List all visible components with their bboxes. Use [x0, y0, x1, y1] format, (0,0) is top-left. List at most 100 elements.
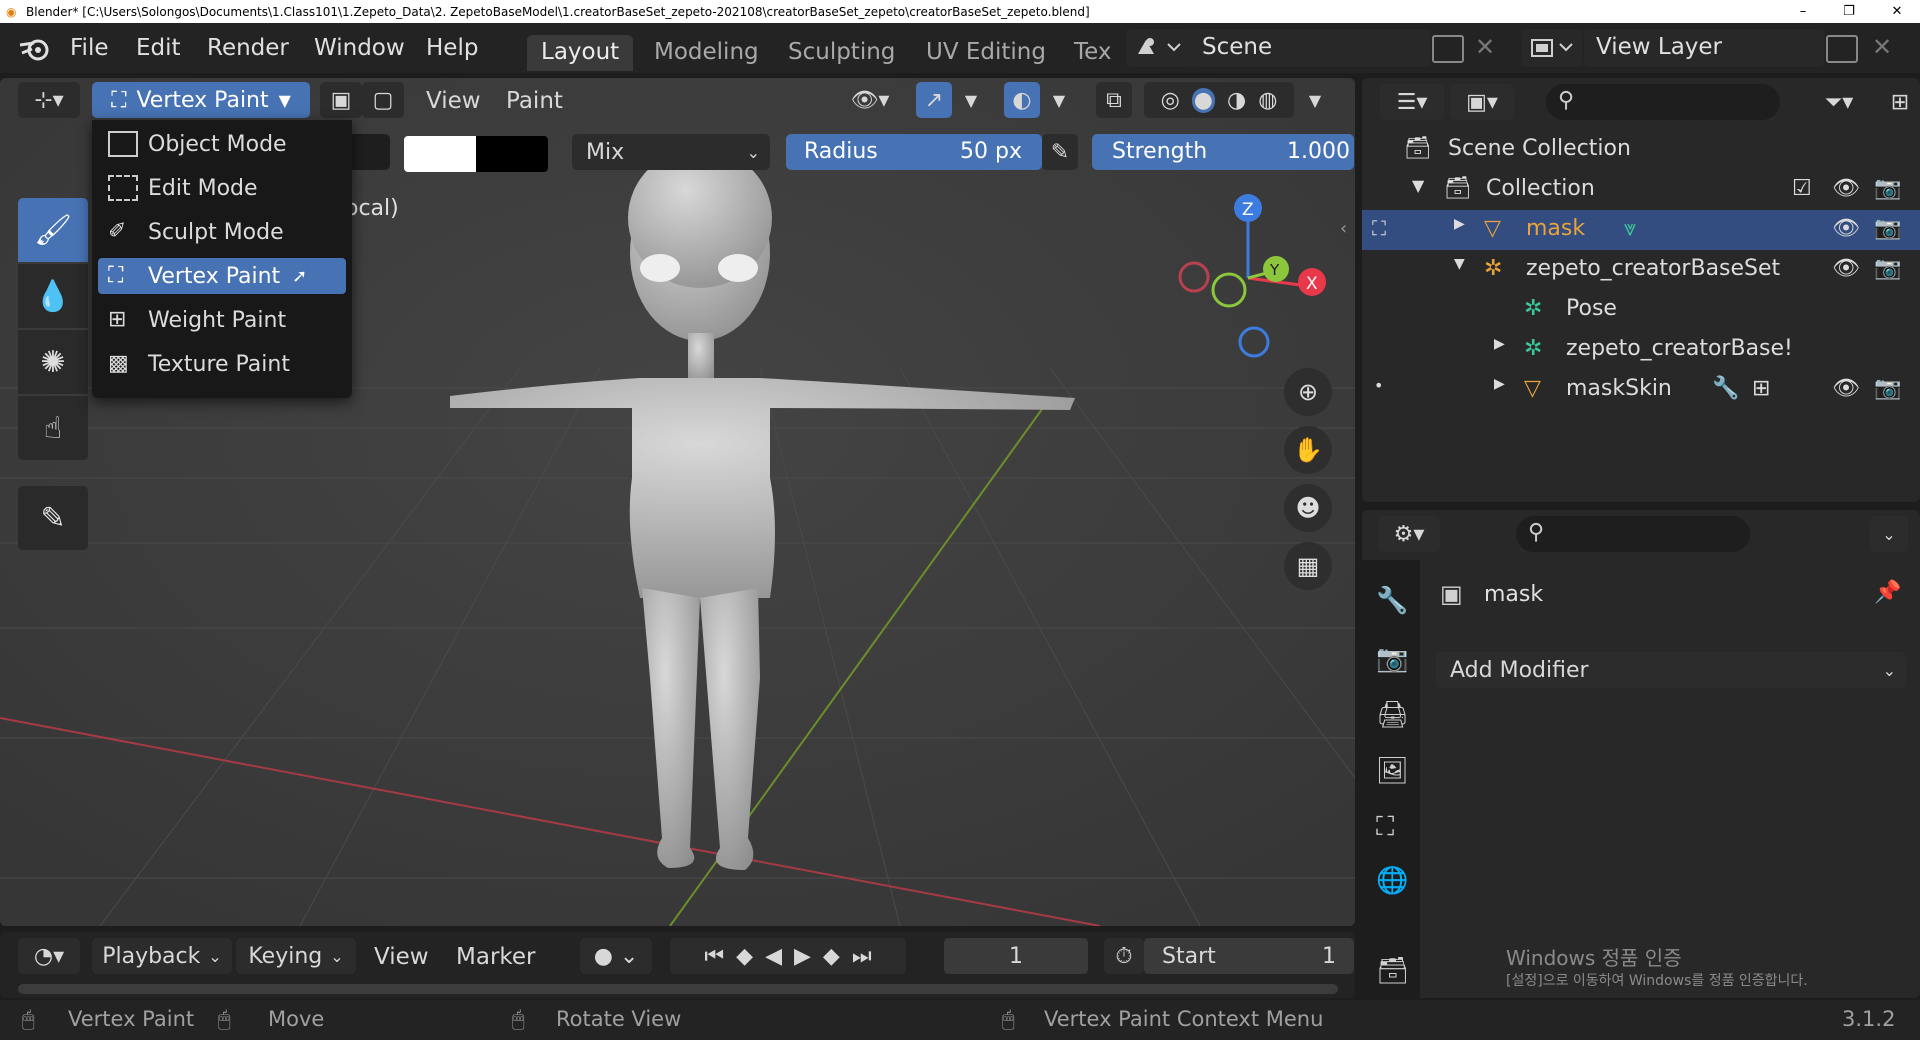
view-layer-tab-icon[interactable]: 🖼 [1376, 756, 1409, 786]
render-tab-icon[interactable]: 📷 [1376, 644, 1408, 674]
scene-tab-icon[interactable]: ⛶ [1376, 812, 1394, 843]
prev-keyframe-icon[interactable]: ◆ [736, 944, 753, 969]
blend-mode-select[interactable]: Mix ⌄ [572, 134, 770, 170]
draw-brush-tool[interactable]: 🖌 [18, 198, 88, 262]
expand-arrow-icon[interactable]: ▼ [1454, 256, 1465, 272]
menu-item-texture-paint[interactable]: ▩ Texture Paint [98, 346, 346, 382]
outliner-row-armature-data[interactable]: ▶ ✲ zepeto_creatorBase! [1362, 330, 1920, 370]
jump-start-icon[interactable]: ⏮ [704, 944, 724, 969]
collection-tab-icon[interactable]: 🗃 [1376, 956, 1409, 986]
tab-uv-editing[interactable]: UV Editing [912, 35, 1060, 71]
menu-render[interactable]: Render [207, 35, 289, 61]
outliner-row-collection[interactable]: ▼ 🗃 Collection ☑ 👁 📷 [1362, 170, 1920, 210]
outliner-editor-type[interactable]: ☰▾ [1380, 84, 1444, 120]
checkbox-icon[interactable]: ☑ [1792, 176, 1812, 201]
eye-icon[interactable]: 👁 [1832, 376, 1860, 401]
solid-shading-icon[interactable]: ● [1191, 87, 1215, 113]
delete-view-layer-icon[interactable]: ✕ [1872, 33, 1892, 61]
outliner-row-pose[interactable]: ✲ Pose [1362, 290, 1920, 330]
mask-vertex-toggle[interactable]: ▢ [362, 82, 404, 118]
material-shading-icon[interactable]: ◑ [1227, 88, 1246, 113]
xray-toggle[interactable]: ⧉ [1096, 82, 1132, 118]
outliner-row-scene-collection[interactable]: 🗃 Scene Collection [1362, 130, 1920, 170]
menu-item-weight-paint[interactable]: ⊞ Weight Paint [98, 302, 346, 338]
eye-icon[interactable]: 👁 [1832, 216, 1860, 241]
timeline-scrollbar[interactable] [18, 984, 1338, 994]
wireframe-shading-icon[interactable]: ◎ [1161, 88, 1180, 113]
timeline-view-menu[interactable]: View [374, 944, 429, 970]
visibility-dropdown[interactable]: 👁▾ [840, 82, 900, 118]
outliner-row-mask[interactable]: ⛶ ▶ ▽ mask ⩔ 👁 📷 [1362, 210, 1920, 250]
tab-sculpting[interactable]: Sculpting [774, 35, 909, 71]
display-mode-dropdown[interactable]: ▣▾ [1450, 84, 1514, 120]
auto-keying-toggle[interactable]: ● ⌄ [580, 938, 652, 974]
vertex-paint-mode-icon[interactable]: ⛶ [1372, 216, 1386, 240]
rendered-shading-icon[interactable]: ◍ [1258, 88, 1277, 113]
overlay-dropdown[interactable]: ▼ [1044, 82, 1074, 118]
menu-edit[interactable]: Edit [136, 35, 181, 61]
mode-dropdown[interactable]: ⛶ Vertex Paint ▼ [92, 82, 310, 118]
view-layer-selector-button[interactable] [1522, 29, 1582, 67]
outliner-row-armature[interactable]: ▼ ✲ zepeto_creatorBaseSet 👁 📷 [1362, 250, 1920, 290]
menu-file[interactable]: File [70, 35, 109, 61]
secondary-color-swatch[interactable] [476, 136, 548, 172]
perspective-grid-icon[interactable]: ▦ [1284, 542, 1332, 590]
editor-type-button[interactable]: ⊹▾ [18, 82, 80, 118]
tab-layout[interactable]: Layout [527, 35, 634, 71]
expand-arrow-icon[interactable]: ▶ [1454, 216, 1465, 232]
scene-selector-button[interactable] [1126, 29, 1192, 67]
annotate-tool[interactable]: ✎ [18, 486, 88, 550]
tab-modeling[interactable]: Modeling [640, 35, 773, 71]
view-menu[interactable]: View [426, 88, 481, 114]
menu-item-object-mode[interactable]: Object Mode [98, 126, 346, 162]
playback-menu[interactable]: Playback ⌄ [92, 938, 232, 974]
camera-render-icon[interactable]: 📷 [1874, 176, 1901, 201]
properties-search-input[interactable]: ⚲ [1516, 516, 1750, 552]
sidebar-toggle-icon[interactable]: ‹ [1340, 218, 1347, 239]
timeline-editor-type[interactable]: ◔▾ [18, 938, 80, 974]
filter-dropdown[interactable]: ⏷▾ [1808, 84, 1870, 120]
preview-range-toggle[interactable]: ⏱ [1104, 938, 1144, 974]
scene-name-field[interactable]: Scene [1190, 29, 1430, 67]
play-reverse-icon[interactable]: ◀ [765, 944, 782, 969]
delete-scene-icon[interactable]: ✕ [1475, 33, 1495, 61]
menu-item-vertex-paint[interactable]: ⛶ Vertex Paint ➚ [98, 258, 346, 294]
blender-menu-icon[interactable] [18, 35, 52, 63]
eye-icon[interactable]: 👁 [1832, 176, 1860, 201]
play-icon[interactable]: ▶ [794, 944, 811, 969]
expand-arrow-icon[interactable]: ▶ [1494, 376, 1505, 392]
strength-slider[interactable]: Strength 1.000 [1092, 134, 1354, 170]
outliner-row-maskskin[interactable]: • ▶ ▽ maskSkin 🔧 ⊞ 👁 📷 [1362, 370, 1920, 410]
restore-button[interactable]: ❐ [1826, 0, 1872, 23]
gizmo-dropdown[interactable]: ▼ [956, 82, 986, 118]
output-tab-icon[interactable]: 🖨 [1376, 700, 1409, 730]
blur-tool[interactable]: 💧 [18, 264, 88, 328]
menu-window[interactable]: Window [314, 35, 405, 61]
world-tab-icon[interactable]: 🌐 [1376, 866, 1408, 896]
mask-face-toggle[interactable]: ▣ [320, 82, 362, 118]
add-modifier-dropdown[interactable]: Add Modifier ⌄ [1436, 652, 1906, 688]
pan-hand-icon[interactable]: ✋ [1284, 426, 1332, 474]
radius-pressure-toggle[interactable]: ✎ [1042, 134, 1078, 170]
shading-dropdown[interactable]: ▼ [1300, 82, 1330, 118]
camera-render-icon[interactable]: 📷 [1874, 216, 1901, 241]
current-frame-field[interactable]: 1 [944, 938, 1088, 974]
camera-render-icon[interactable]: 📷 [1874, 376, 1901, 401]
view-layer-name-field[interactable]: View Layer [1584, 29, 1824, 67]
close-window-button[interactable]: ✕ [1874, 0, 1920, 23]
next-keyframe-icon[interactable]: ◆ [823, 944, 840, 969]
expand-arrow-icon[interactable]: ▼ [1412, 176, 1424, 195]
eye-icon[interactable]: 👁 [1832, 256, 1860, 281]
radius-slider[interactable]: Radius 50 px [786, 134, 1042, 170]
gizmo-toggle[interactable]: ↗ [916, 82, 952, 118]
tool-tab-icon[interactable]: 🔧 [1376, 586, 1408, 616]
expand-arrow-icon[interactable]: ▶ [1494, 336, 1505, 352]
new-collection-button[interactable]: ⊞ [1882, 84, 1918, 120]
average-tool[interactable]: ✺ [18, 330, 88, 394]
overlay-toggle[interactable]: ◐ [1004, 82, 1040, 118]
menu-item-edit-mode[interactable]: Edit Mode [98, 170, 346, 206]
jump-end-icon[interactable]: ⏭ [852, 944, 872, 969]
minimize-button[interactable]: – [1780, 0, 1826, 23]
pin-icon[interactable]: 📌 [1874, 580, 1901, 605]
keying-menu[interactable]: Keying ⌄ [236, 938, 356, 974]
